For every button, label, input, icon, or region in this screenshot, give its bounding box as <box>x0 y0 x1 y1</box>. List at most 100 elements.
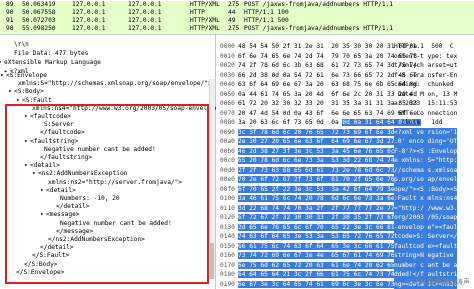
tree-expander-icon[interactable]: ▾ <box>0 59 2 67</box>
packet-len: 44 <box>228 9 236 16</box>
byte-ascii[interactable]: <?xml ve rsion='1 <box>394 127 458 137</box>
byte-offset: 0030 <box>220 71 235 79</box>
xml-highlight-box <box>5 104 209 284</box>
bytes-row[interactable]: 00d0 2f 2f 73 63 68 65 6d 61 73 2e 78 6d … <box>216 165 474 175</box>
byte-ascii[interactable]: e xmlns: S="http: <box>394 156 458 166</box>
packet-src: 127.0.0.1 <box>72 17 106 24</box>
byte-ascii[interactable]: f-8 Tra nsfer-En <box>394 71 457 81</box>
byte-offset: 00b0 <box>220 147 235 155</box>
byte-offset: 00e0 <box>220 176 235 183</box>
byte-offset: 00a0 <box>220 138 235 145</box>
byte-offset: 0090 <box>220 128 235 136</box>
bytes-row[interactable]: 0090 3c 3f 78 6d 6c 20 76 65 72 73 69 6f … <box>216 127 474 137</box>
detail-scrollbar-thumb[interactable] <box>210 243 214 279</box>
byte-offset: 0000 <box>220 43 235 50</box>
bytes-row[interactable]: 00e0 70 2e 6f 72 67 2f 73 6f 61 70 2f 65 … <box>216 175 474 185</box>
byte-ascii[interactable]: faultcod e><fault <box>394 241 458 251</box>
bytes-row[interactable]: 00f0 6f 70 65 2f 22 3e 3c 53 3a 42 6f 64 … <box>216 184 474 194</box>
bytes-row[interactable]: 0000 48 54 54 50 2f 31 2e 31 20 35 30 30 … <box>216 42 474 52</box>
bytes-row[interactable]: 0160 73 74 72 69 6e 67 3e 4e 65 67 61 74 … <box>216 251 474 261</box>
packet-no: 90 <box>6 9 14 16</box>
bytes-row[interactable]: 0110 3d 22 68 74 74 70 3a 2f 2f 77 77 77 … <box>216 203 474 213</box>
tree-expander-icon[interactable]: ▾ <box>8 88 12 96</box>
byte-ascii[interactable]: HTTP/1.1 500 C <box>394 42 454 52</box>
tree-expander-icon[interactable]: ▾ <box>0 72 4 80</box>
bytes-row[interactable]: 0060 61 72 20 32 30 32 33 20 31 35 3a 31 … <box>216 99 474 109</box>
bytes-row[interactable]: 0020 74 2f 78 6d 6c 3b 63 68 61 72 73 65 … <box>216 61 474 71</box>
byte-ascii[interactable]: : close 1dd <box>394 118 442 128</box>
bytes-row[interactable]: 0050 0a 44 61 74 65 3a 20 4d 6f 6e 2c 20 … <box>216 90 474 100</box>
bytes-row[interactable]: 00c0 65 20 78 6d 6c 6e 73 3a 53 3d 22 68 … <box>216 156 474 166</box>
byte-ascii[interactable]: GMT- Co nnection <box>394 109 458 119</box>
packet-time: 50.067558 <box>22 9 56 16</box>
byte-offset: 0070 <box>220 109 235 117</box>
byte-offset: 0180 <box>220 271 235 278</box>
byte-offset: 00f0 <box>220 185 235 193</box>
packet-info: HTTP/1.1 100 <box>244 9 289 16</box>
byte-offset: 00c0 <box>220 157 235 164</box>
bytes-row[interactable]: 00a0 2e 30 27 20 65 6e 63 6f 64 69 6e 67 … <box>216 137 474 147</box>
packet-row[interactable]: 90 50.067558 127.0.0.1 127.0.0.1 HTTP 44 HTTP/… <box>0 9 474 17</box>
byte-ascii[interactable]: //schema s.xmlsoa <box>394 165 458 175</box>
byte-ascii[interactable]: .0' enco ding='UT <box>394 137 458 147</box>
packet-len: 275 <box>228 1 240 8</box>
byte-offset: 0130 <box>220 223 235 231</box>
byte-ascii[interactable]: t/xml;ch arset=ut <box>394 61 457 71</box>
byte-ascii[interactable]: ="http:/ /www.w3. <box>394 203 458 213</box>
tree-node-label[interactable]: <S:Envelope <box>6 72 47 80</box>
byte-ascii[interactable]: Date: M on, 13 M <box>394 90 458 100</box>
byte-offset: 0060 <box>220 100 235 107</box>
bytes-row[interactable]: 0150 66 61 75 6c 74 63 6f 64 65 3e 3c 66 … <box>216 241 474 251</box>
bytes-row[interactable]: 0170 6e 75 6d 62 65 72 20 63 61 6e 74 20 … <box>216 260 474 270</box>
packet-no: 89 <box>6 1 14 8</box>
byte-ascii[interactable]: ar 2023 15:11:53 <box>394 99 457 109</box>
packet-row[interactable]: 91 50.072703 127.0.0.1 127.0.0.1 HTTP/XML 49 H… <box>0 17 474 25</box>
tree-node-label[interactable]: \r\n <box>14 41 29 49</box>
packet-bytes-pane[interactable]: 0000 48 54 54 50 2f 31 2e 31 20 35 30 30 … <box>216 35 474 289</box>
byte-ascii[interactable]: ope/"><S :Body><S <box>394 184 458 194</box>
byte-ascii[interactable]: -envelop e"><faul <box>394 222 458 232</box>
byte-ascii[interactable]: :Fault x mlns:ns4 <box>394 194 458 204</box>
packet-proto: HTTP <box>190 9 205 16</box>
byte-ascii[interactable]: p.org/so ap/envel <box>394 175 458 185</box>
bytes-row[interactable]: 0100 3a 46 61 75 6c 74 20 78 6d 6c 6e 73 … <box>216 194 474 204</box>
bytes-row[interactable]: 0140 74 63 6f 64 65 3e 53 3a 53 65 72 76 … <box>216 232 474 242</box>
watermark: CSDN @听海边涛声 <box>405 278 470 286</box>
byte-offset: 0080 <box>220 119 235 126</box>
tree-node-label[interactable]: eXtensible Markup Language <box>4 59 101 67</box>
bytes-row[interactable]: 0120 6f 72 67 2f 32 30 30 33 2f 30 35 2f … <box>216 213 474 223</box>
byte-ascii[interactable]: string>N egative <box>394 251 458 261</box>
bytes-row[interactable]: 0040 63 6f 64 69 6e 67 3a 20 63 68 75 6e … <box>216 80 474 90</box>
tree-node-label[interactable]: xmlns:S="http://schemas.xmlsoap.org/soap… <box>18 80 212 88</box>
bytes-row[interactable]: 0010 6f 6e 74 65 6e 74 2d 74 79 70 65 3a … <box>216 52 474 62</box>
packet-no: 91 <box>6 17 14 24</box>
packet-src: 127.0.0.1 <box>72 25 106 32</box>
bytes-row[interactable]: 0030 66 2d 38 0d 0a 54 72 61 6e 73 66 65 … <box>216 71 474 81</box>
tree-node-label[interactable]: <S:Body> <box>14 88 44 96</box>
packet-detail-pane[interactable]: \r\nFile Data: 477 bytes▾eXtensible Mark… <box>0 35 226 289</box>
packet-len: 275 <box>228 25 240 32</box>
packet-info: HTTP/1.1 500 <box>244 17 289 24</box>
packet-no: 98 <box>6 25 14 32</box>
packet-info: POST /jaxws-fromjava/addnumbers HTTP/1.1 <box>244 1 394 8</box>
byte-offset: 0050 <box>220 90 235 98</box>
bytes-row[interactable]: 0130 2d 65 6e 76 65 6c 6f 70 65 22 3e 3c … <box>216 222 474 232</box>
bytes-row[interactable]: 0080 3a 20 63 6c 6f 73 65 0d 0a 0d 0a 31 … <box>216 118 474 128</box>
bytes-row[interactable]: 00b0 46 2d 38 27 3f 3e 3c 53 3a 45 6e 76 … <box>216 146 474 156</box>
byte-offset: 0010 <box>220 52 235 60</box>
byte-ascii[interactable]: ontent-t ype: tex <box>394 52 457 62</box>
byte-ascii[interactable]: F-8'?><S :Envelop <box>394 146 458 156</box>
packet-time: 50.063419 <box>22 1 56 8</box>
bytes-row[interactable]: 0070 20 47 4d 54 0d 0a 43 6f 6e 6e 65 63 … <box>216 109 474 119</box>
tree-node-label[interactable]: File Data: 477 bytes <box>14 50 89 58</box>
packet-list[interactable]: 89 50.063419 127.0.0.1 127.0.0.1 HTTP/XML 275… <box>0 0 474 35</box>
packet-row[interactable]: 89 50.063419 127.0.0.1 127.0.0.1 HTTP/XML 275… <box>0 1 474 9</box>
packet-time: 50.072703 <box>22 17 56 24</box>
byte-ascii[interactable]: org/2003 /05/soap <box>394 213 458 223</box>
byte-ascii[interactable]: coding: chunked <box>394 80 454 90</box>
byte-ascii[interactable]: number c ant be a <box>394 260 458 270</box>
byte-offset: 0110 <box>220 204 235 212</box>
packet-row[interactable]: 98 55.098250 127.0.0.1 127.0.0.1 HTTP/XML 275… <box>0 25 474 33</box>
byte-offset: 00d0 <box>220 166 235 174</box>
byte-ascii[interactable]: tcode>S: Server</ <box>394 232 458 242</box>
